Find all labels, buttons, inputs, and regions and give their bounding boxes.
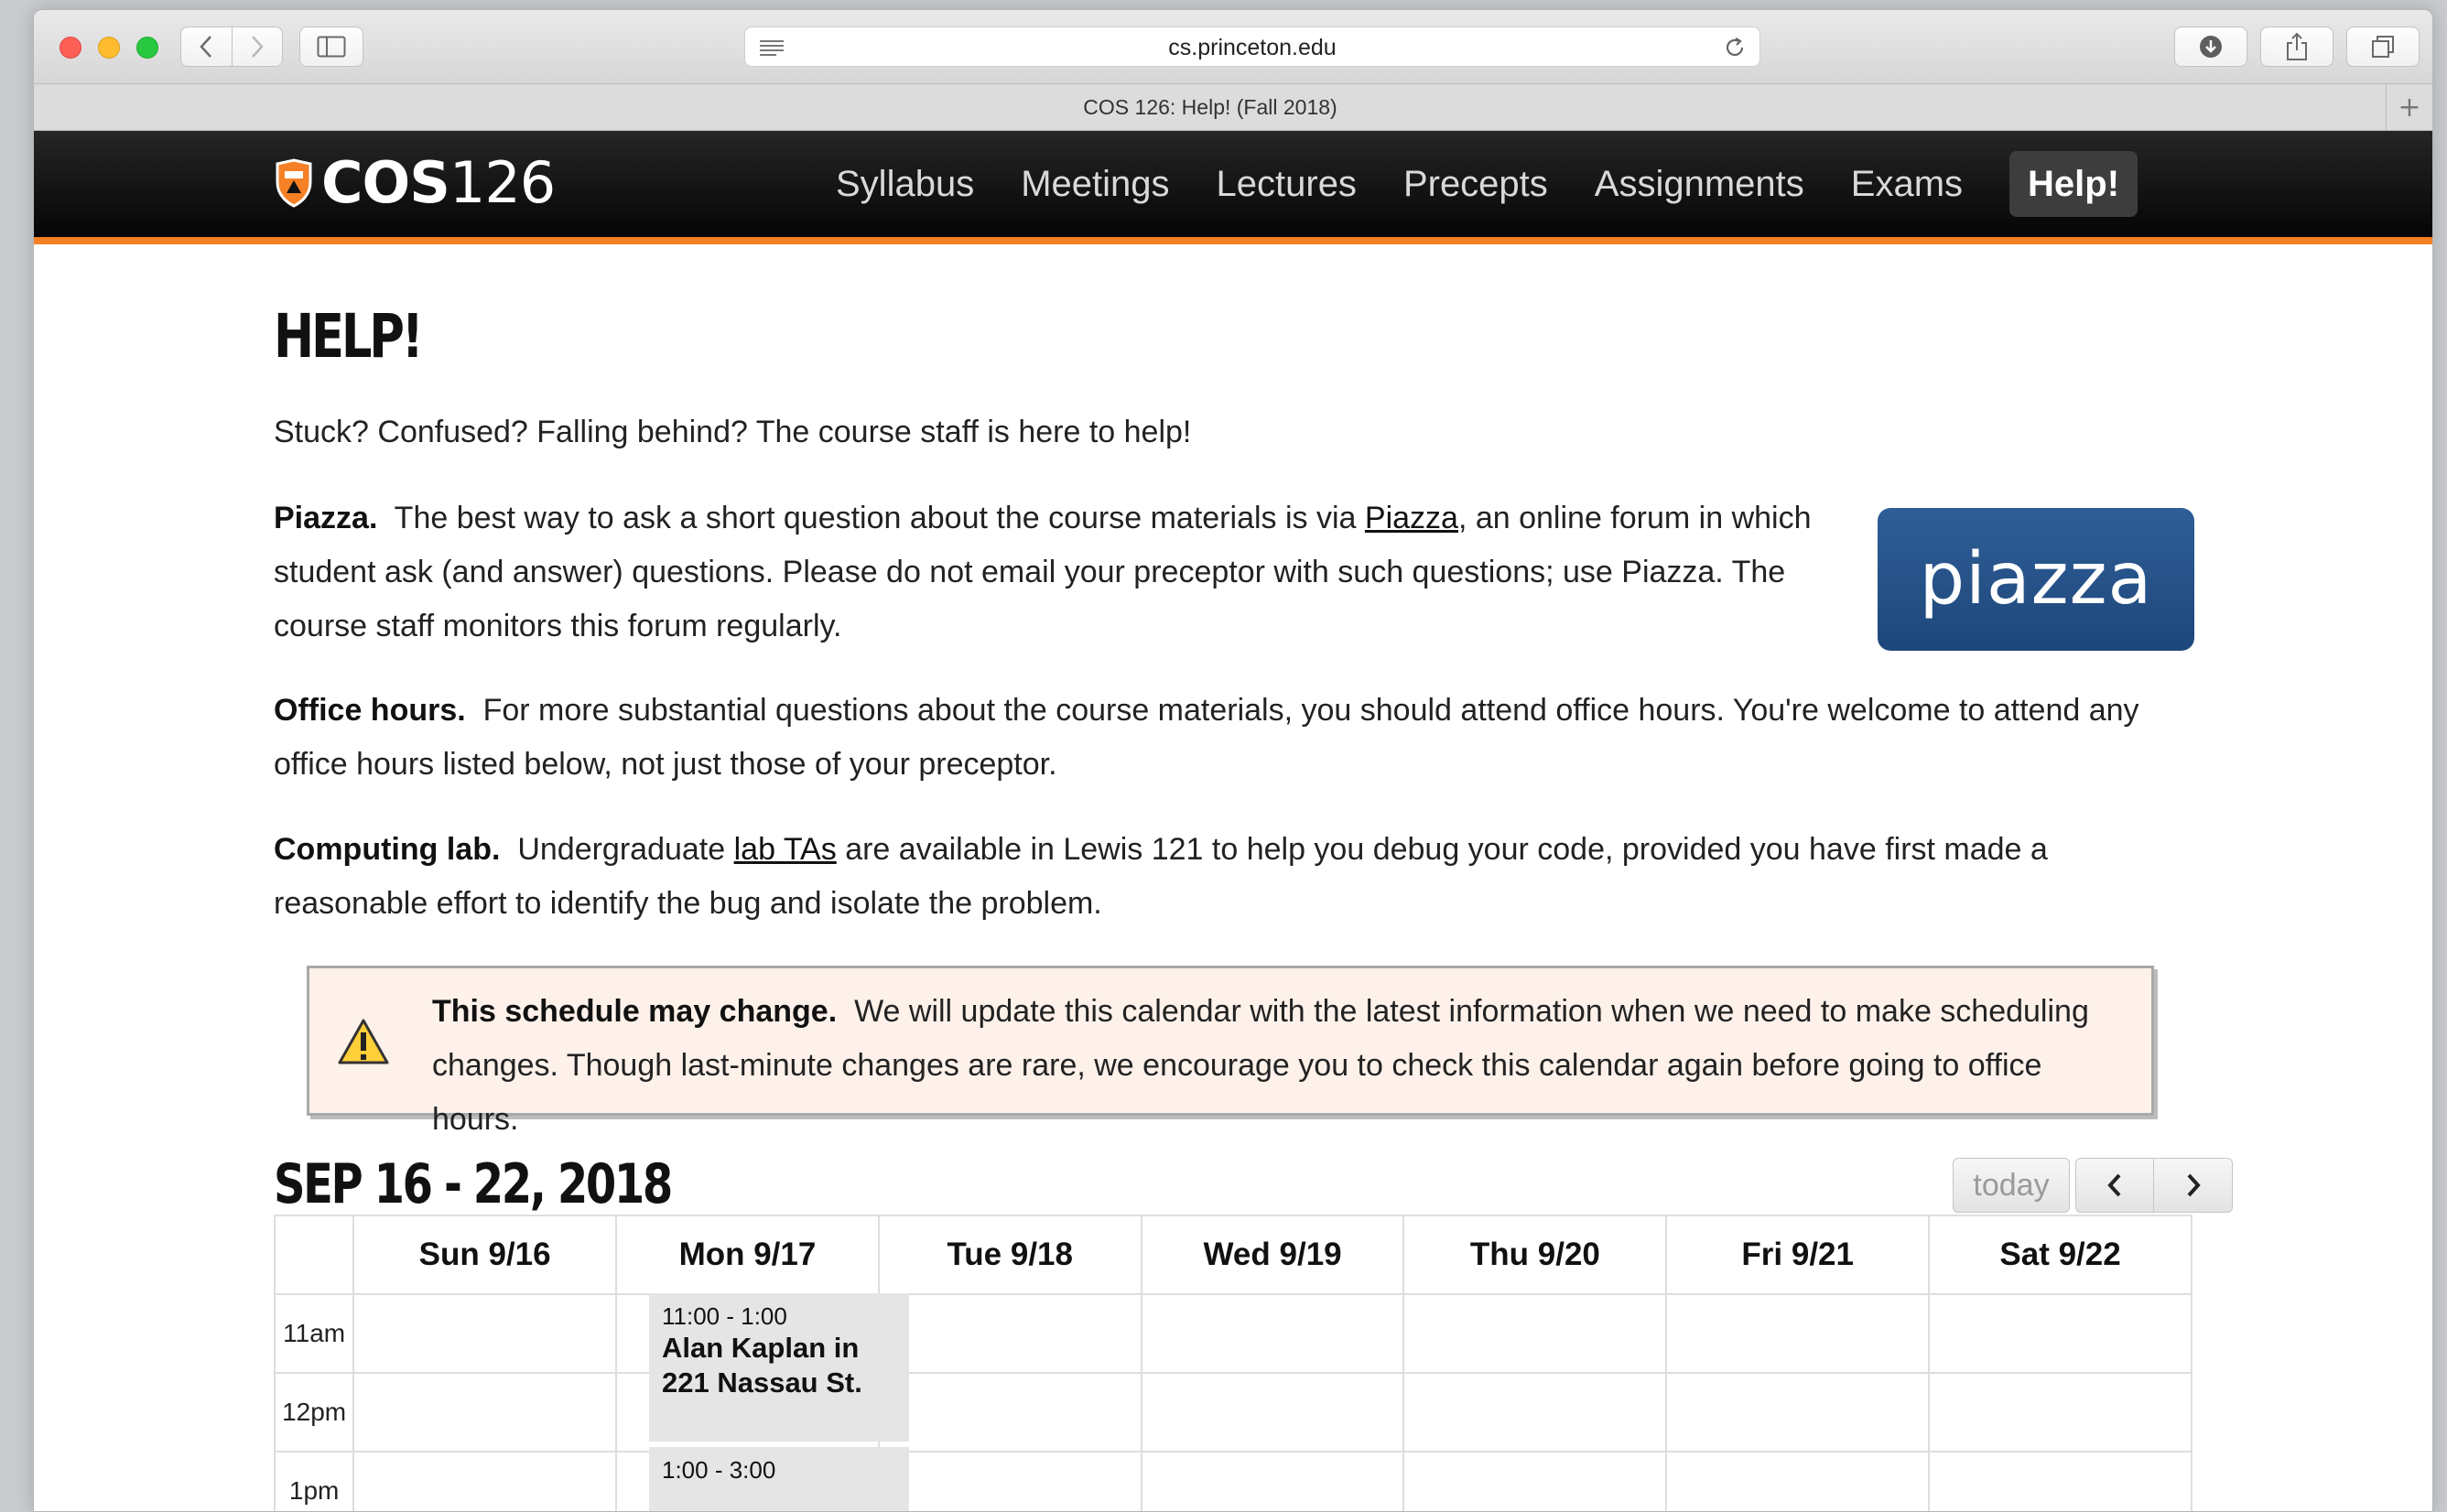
time-column-header [273, 1215, 355, 1295]
alert-message: This schedule may change. We will update… [432, 994, 2089, 1137]
lab-paragraph: Computing lab. Undergraduate lab TAs are… [274, 832, 2048, 921]
nav-syllabus[interactable]: Syllabus [836, 158, 974, 217]
piazza-paragraph: Piazza. The best way to ask a short ques… [274, 501, 1812, 643]
time-slot[interactable] [352, 1372, 618, 1453]
back-icon[interactable] [181, 27, 233, 66]
time-row: 11am [273, 1293, 2193, 1374]
event-title: Alan Kaplan in 221 Nassau St. [662, 1332, 862, 1399]
time-slot[interactable] [1665, 1293, 1931, 1374]
event-time: 11:00 - 1:00 [662, 1302, 787, 1330]
event-time: 1:00 - 3:00 [662, 1456, 776, 1484]
office-hours-heading: Office hours. [274, 693, 466, 728]
calendar-header-row: Sun 9/16 Mon 9/17 Tue 9/18 Wed 9/19 Thu … [273, 1215, 2193, 1295]
tab-strip: COS 126: Help! (Fall 2018) + [34, 83, 2432, 131]
time-slot[interactable] [1928, 1451, 2193, 1511]
time-slot[interactable] [877, 1372, 1142, 1453]
minimize-window-button[interactable] [98, 37, 120, 59]
piazza-logo[interactable]: piazza [1878, 508, 2194, 651]
nav-lectures[interactable]: Lectures [1217, 158, 1357, 217]
time-label: 12pm [273, 1372, 355, 1453]
calendar-controls: today [1953, 1158, 2233, 1213]
address-bar[interactable]: cs.princeton.edu [744, 27, 1760, 67]
time-label: 1pm [273, 1451, 355, 1511]
alert-heading: This schedule may change. [432, 994, 838, 1029]
download-icon[interactable] [2174, 27, 2247, 67]
chevron-right-icon [2187, 1173, 2201, 1197]
nav-help[interactable]: Help! [2009, 151, 2138, 217]
princeton-shield-icon [276, 157, 312, 208]
nav-precepts[interactable]: Precepts [1403, 158, 1548, 217]
time-slot[interactable] [1140, 1451, 1405, 1511]
browser-toolbar: cs.princeton.edu [34, 10, 2432, 83]
intro-text: Stuck? Confused? Falling behind? The cou… [274, 415, 1192, 449]
piazza-heading: Piazza. [274, 501, 378, 535]
time-slot[interactable] [1402, 1372, 1668, 1453]
zoom-window-button[interactable] [136, 37, 158, 59]
office-hours-paragraph: Office hours. For more substantial quest… [274, 693, 2139, 782]
time-slot[interactable] [352, 1451, 618, 1511]
day-header: Fri 9/21 [1665, 1215, 1931, 1295]
nav-assignments[interactable]: Assignments [1595, 158, 1804, 217]
day-header: Sat 9/22 [1928, 1215, 2193, 1295]
time-slot[interactable] [1402, 1293, 1668, 1374]
time-slot[interactable] [1665, 1451, 1931, 1511]
day-header: Sun 9/16 [352, 1215, 618, 1295]
lab-heading: Computing lab. [274, 832, 501, 867]
day-header: Mon 9/17 [615, 1215, 880, 1295]
time-slot[interactable] [352, 1293, 618, 1374]
time-slot[interactable] [1140, 1372, 1405, 1453]
calendar-event[interactable]: 11:00 - 1:00 Alan Kaplan in 221 Nassau S… [649, 1293, 909, 1442]
day-header: Wed 9/19 [1140, 1215, 1405, 1295]
time-row: 1pm [273, 1451, 2193, 1511]
page-title: HELP! [274, 301, 424, 372]
schedule-alert: This schedule may change. We will update… [307, 966, 2154, 1137]
next-week-button[interactable] [2154, 1158, 2233, 1213]
site-nav: COS126 Syllabus Meetings Lectures Precep… [34, 131, 2432, 244]
tabs-icon[interactable] [2346, 27, 2420, 67]
time-slot[interactable] [1402, 1451, 1668, 1511]
forward-icon[interactable] [233, 27, 283, 66]
today-button[interactable]: today [1953, 1158, 2070, 1213]
site-logo[interactable]: COS126 [274, 149, 556, 216]
time-slot[interactable] [1928, 1293, 2193, 1374]
time-label: 11am [273, 1293, 355, 1374]
browser-window: cs.princeton.edu COS 126: Help! (Fall 20… [33, 9, 2433, 1512]
nav-links: Syllabus Meetings Lectures Precepts Assi… [836, 151, 2138, 217]
chevron-left-icon [2107, 1173, 2121, 1197]
prev-week-button[interactable] [2075, 1158, 2154, 1213]
new-tab-icon[interactable]: + [2386, 84, 2432, 130]
warning-icon [338, 1019, 389, 1064]
time-slot[interactable] [877, 1451, 1142, 1511]
tab-active[interactable]: COS 126: Help! (Fall 2018) [34, 84, 2387, 130]
piazza-link[interactable]: Piazza [1365, 501, 1458, 535]
reload-icon[interactable] [1723, 36, 1747, 63]
day-header: Tue 9/18 [877, 1215, 1142, 1295]
nav-exams[interactable]: Exams [1851, 158, 1963, 217]
day-header: Thu 9/20 [1402, 1215, 1668, 1295]
week-title: SEP 16 - 22, 2018 [274, 1152, 673, 1216]
week-calendar: Sun 9/16 Mon 9/17 Tue 9/18 Wed 9/19 Thu … [273, 1215, 2193, 1511]
time-row: 12pm [273, 1372, 2193, 1453]
sidebar-icon[interactable] [299, 27, 363, 67]
share-icon[interactable] [2260, 27, 2333, 67]
time-slot[interactable] [877, 1293, 1142, 1374]
time-slot[interactable] [1928, 1372, 2193, 1453]
calendar-event[interactable]: 1:00 - 3:00 [649, 1447, 909, 1511]
history-nav [180, 27, 283, 67]
nav-meetings[interactable]: Meetings [1021, 158, 1169, 217]
url-text: cs.princeton.edu [1168, 35, 1337, 60]
time-slot[interactable] [1665, 1372, 1931, 1453]
close-window-button[interactable] [60, 37, 81, 59]
time-slot[interactable] [1140, 1293, 1405, 1374]
lab-tas-link[interactable]: lab TAs [734, 832, 837, 867]
